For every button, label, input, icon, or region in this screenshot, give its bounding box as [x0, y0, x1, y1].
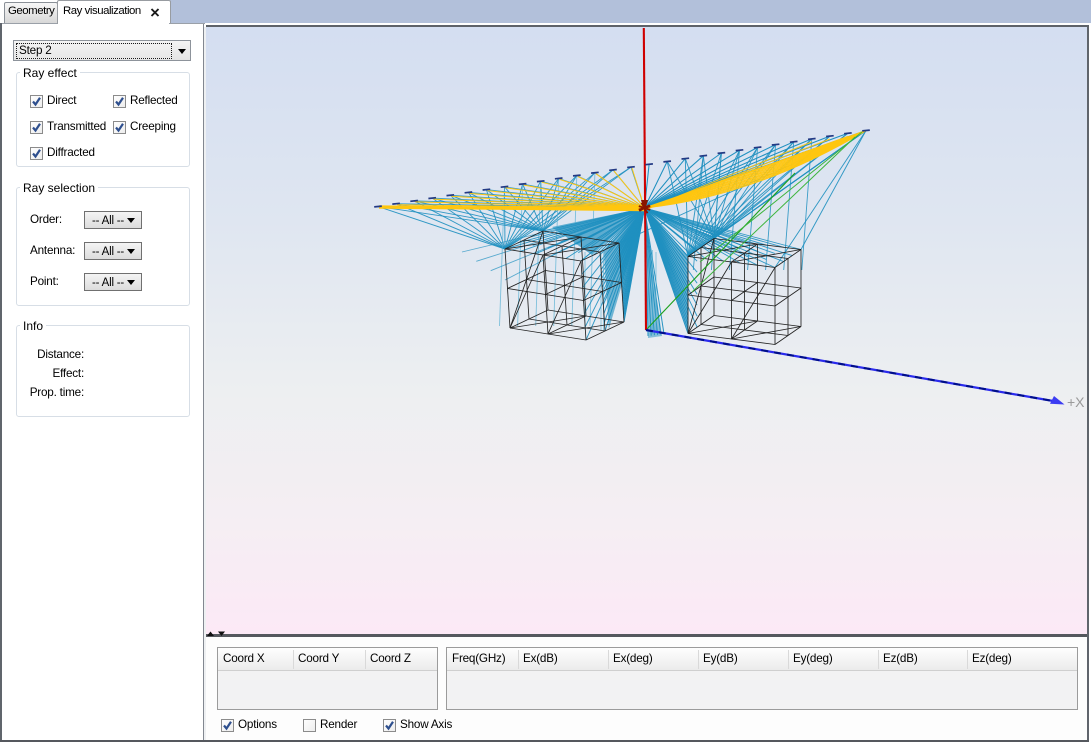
svg-text:+X: +X: [1067, 394, 1085, 410]
